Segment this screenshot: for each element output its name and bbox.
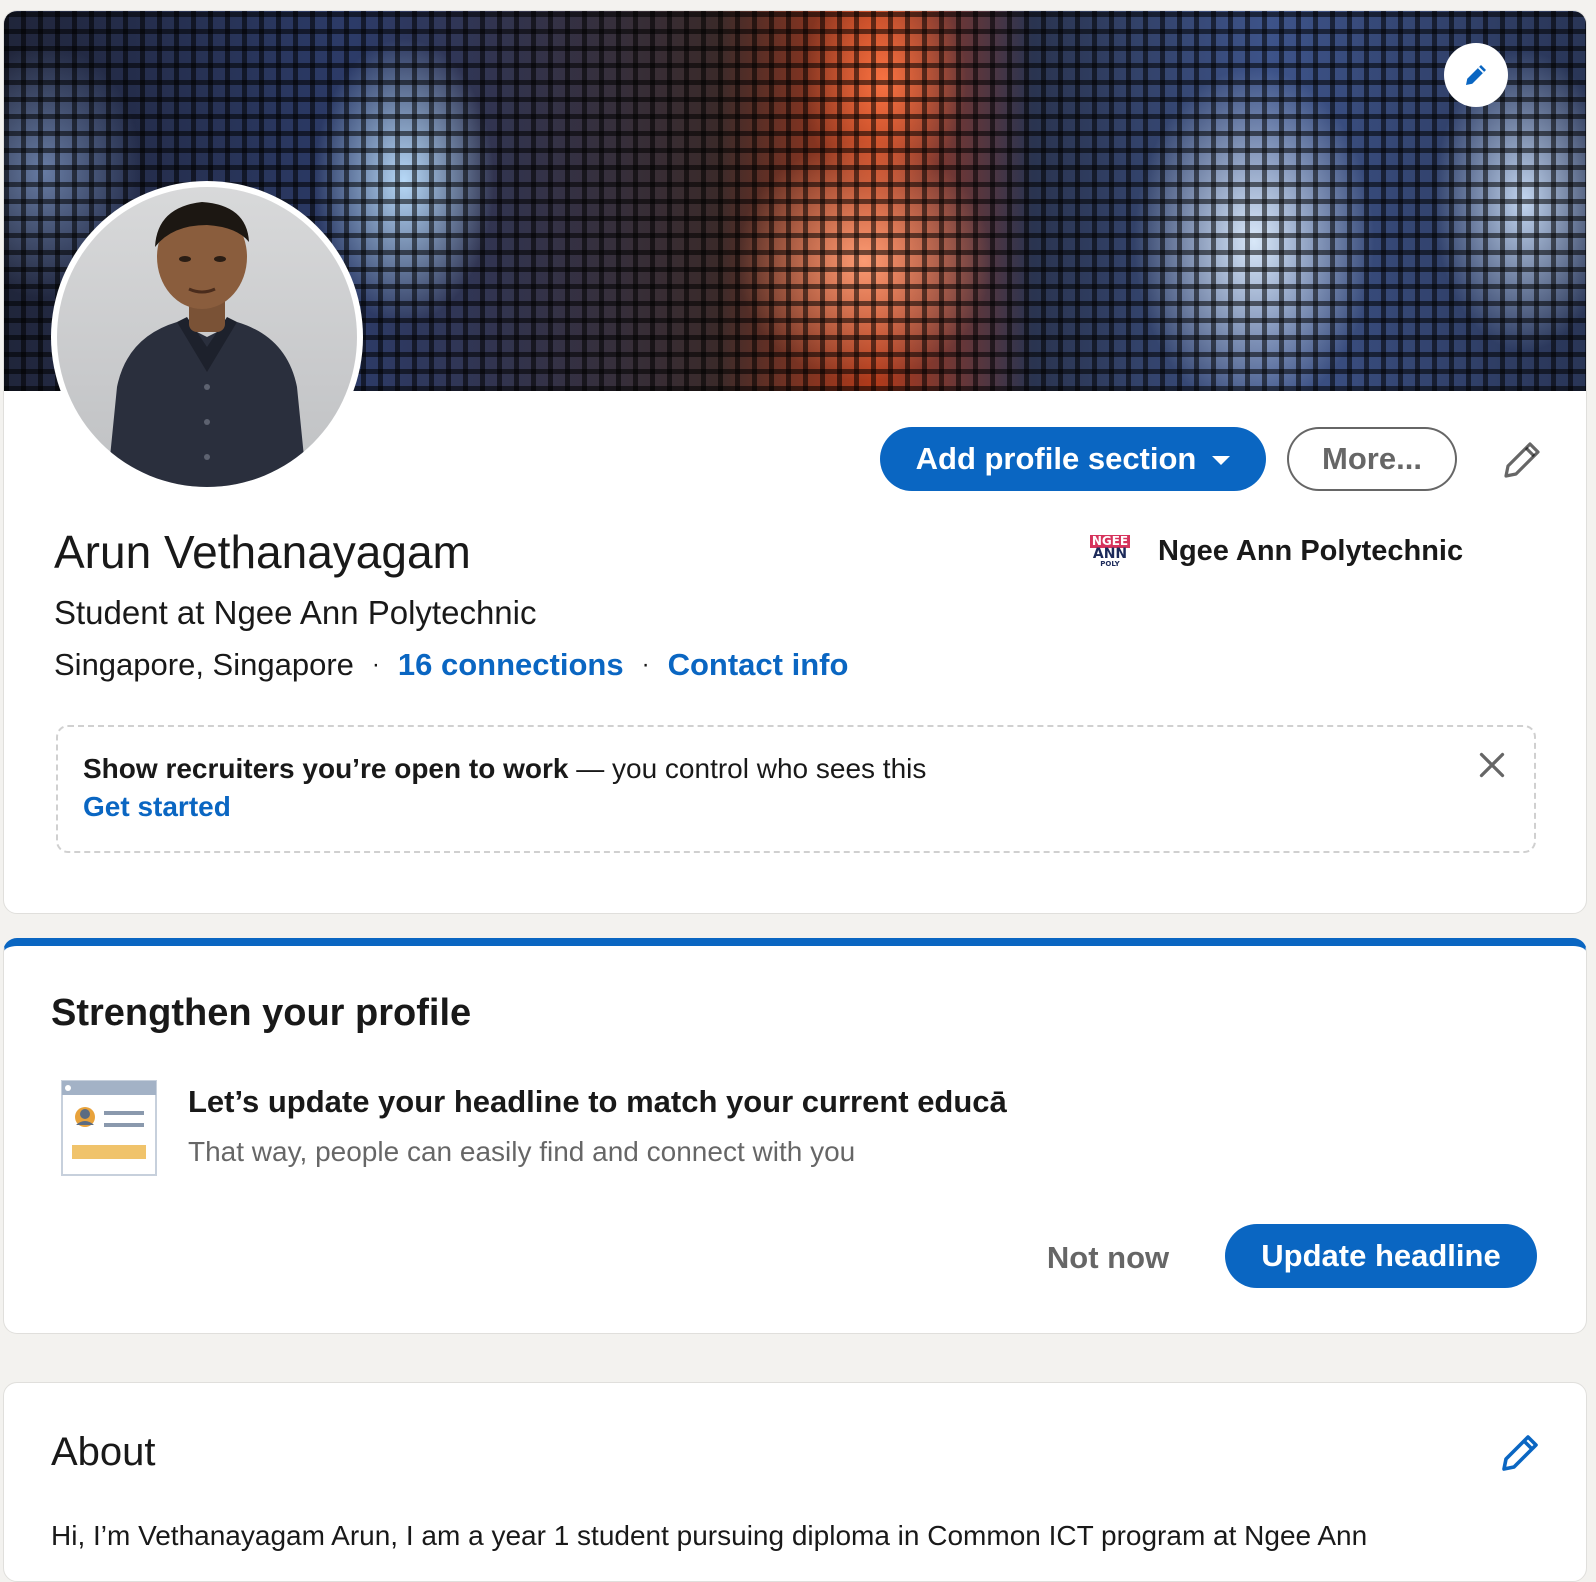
logo-line-3: POLY — [1100, 559, 1120, 568]
profile-top-card: Add profile section More... Arun Vethana… — [3, 10, 1587, 914]
add-profile-section-label: Add profile section — [915, 441, 1197, 476]
not-now-button[interactable]: Not now — [1038, 1226, 1178, 1290]
education-link[interactable]: NGEE ANN POLY Ngee Ann Polytechnic — [1088, 529, 1463, 573]
open-to-work-text: Show recruiters you’re open to work — yo… — [83, 753, 926, 785]
suggestion-subtitle: That way, people can easily find and con… — [188, 1136, 856, 1167]
strengthen-title: Strengthen your profile — [51, 992, 472, 1034]
pencil-icon — [1466, 65, 1486, 85]
more-label: More... — [1322, 441, 1422, 476]
add-profile-section-button[interactable]: Add profile section — [880, 427, 1266, 491]
close-icon[interactable] — [1474, 747, 1510, 783]
update-headline-button[interactable]: Update headline — [1225, 1224, 1537, 1288]
profile-headline: Student at Ngee Ann Polytechnic — [54, 594, 537, 631]
person-silhouette-icon — [107, 202, 307, 487]
about-title: About — [51, 1430, 156, 1474]
open-to-work-rest: — you control who sees this — [568, 753, 927, 784]
profile-name: Arun Vethanayagam — [54, 526, 471, 578]
edit-about-pencil-icon[interactable] — [1496, 1429, 1544, 1477]
location-row: Singapore, Singapore · 16 connections · … — [54, 647, 848, 683]
logo-line-2: ANN — [1092, 545, 1128, 562]
profile-card-icon — [61, 1080, 157, 1176]
education-name: Ngee Ann Polytechnic — [1158, 534, 1464, 567]
separator-dot: · — [641, 651, 650, 678]
caret-down-icon — [1212, 455, 1231, 465]
edit-intro-pencil-icon[interactable] — [1498, 436, 1546, 484]
get-started-link[interactable]: Get started — [83, 791, 231, 823]
about-text: Hi, I’m Vethanayagam Arun, I am a year 1… — [51, 1520, 1368, 1551]
update-headline-label: Update headline — [1261, 1238, 1501, 1273]
open-to-work-banner: Show recruiters you’re open to work — yo… — [56, 725, 1536, 853]
connections-link[interactable]: 16 connections — [398, 647, 624, 683]
about-card: About Hi, I’m Vethanayagam Arun, I am a … — [3, 1382, 1587, 1582]
edit-cover-button[interactable] — [1444, 43, 1508, 107]
more-button[interactable]: More... — [1287, 427, 1457, 491]
ngee-ann-logo: NGEE ANN POLY — [1088, 529, 1132, 573]
strengthen-profile-card: Strengthen your profile Let’s update you… — [3, 938, 1587, 1334]
open-to-work-bold: Show recruiters you’re open to work — [83, 753, 569, 784]
profile-photo[interactable] — [51, 181, 363, 493]
profile-photo-image — [57, 187, 357, 487]
not-now-label: Not now — [1046, 1240, 1170, 1275]
profile-location: Singapore, Singapore — [54, 647, 354, 682]
separator-dot: · — [371, 651, 380, 678]
contact-info-link[interactable]: Contact info — [668, 647, 849, 683]
suggestion-title: Let’s update your headline to match your… — [188, 1084, 1007, 1119]
